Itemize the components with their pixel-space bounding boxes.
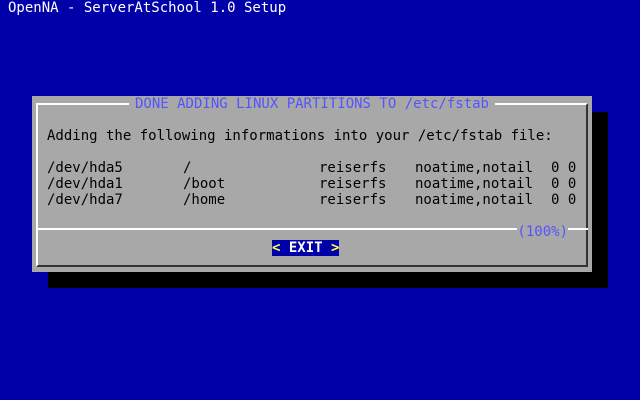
fstype-cell: reiserfs [319, 192, 387, 208]
exit-button-left-bracket: < [272, 240, 281, 256]
mount-cell: /home [183, 192, 226, 208]
mount-cell: /boot [183, 176, 226, 192]
options-cell: noatime,notail [415, 160, 534, 176]
dump-pass-cell: 0 0 [551, 192, 577, 208]
dump-pass-cell: 0 0 [551, 160, 577, 176]
options-cell: noatime,notail [415, 176, 534, 192]
fstab-row: /dev/hda7 /home reiserfs noatime,notail … [47, 192, 587, 208]
dialog-box: DONE ADDING LINUX PARTITIONS TO /etc/fst… [32, 96, 592, 272]
scroll-percent-indicator: (100%) [517, 224, 568, 240]
dialog-title: DONE ADDING LINUX PARTITIONS TO /etc/fst… [32, 96, 592, 112]
fstab-row: /dev/hda5 / reiserfs noatime,notail 0 0 [47, 160, 587, 176]
device-cell: /dev/hda7 [47, 192, 123, 208]
fstab-row: /dev/hda1 /boot reiserfs noatime,notail … [47, 176, 587, 192]
device-cell: /dev/hda1 [47, 176, 123, 192]
intro-text: Adding the following informations into y… [47, 128, 553, 144]
dump-pass-cell: 0 0 [551, 176, 577, 192]
fstab-entries: /dev/hda5 / reiserfs noatime,notail 0 0 … [47, 160, 587, 208]
exit-button-label: EXIT [288, 240, 323, 256]
backtitle: OpenNA - ServerAtSchool 1.0 Setup [8, 0, 287, 16]
button-separator [36, 228, 588, 230]
dialog-title-text: DONE ADDING LINUX PARTITIONS TO /etc/fst… [128, 96, 495, 112]
exit-button-right-bracket: > [331, 240, 340, 256]
options-cell: noatime,notail [415, 192, 534, 208]
mount-cell: / [183, 160, 192, 176]
fstype-cell: reiserfs [319, 160, 387, 176]
fstype-cell: reiserfs [319, 176, 387, 192]
device-cell: /dev/hda5 [47, 160, 123, 176]
exit-button[interactable]: < EXIT > [272, 240, 340, 256]
